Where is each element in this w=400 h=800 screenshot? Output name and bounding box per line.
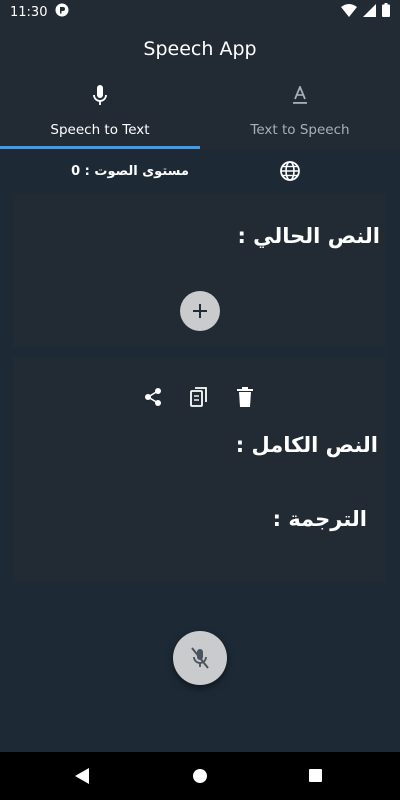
current-text-title: النص الحالي :: [237, 224, 380, 248]
status-time: 11:30: [10, 4, 48, 20]
tab-text-to-speech[interactable]: Text to Speech: [200, 80, 400, 150]
full-text-title: النص الكامل :: [235, 433, 378, 457]
plus-icon: [193, 304, 207, 318]
add-button[interactable]: [180, 291, 220, 331]
wifi-icon: [341, 3, 357, 21]
system-nav-bar: [0, 752, 400, 800]
volume-level-label: مستوى الصوت : 0: [71, 164, 189, 179]
tab-speech-to-text[interactable]: Speech to Text: [0, 80, 200, 150]
battery-icon: [382, 3, 390, 21]
back-icon[interactable]: [74, 768, 90, 788]
app-bar: Speech App Speech to Text Text to Speech: [0, 24, 400, 150]
mic-off-icon: [191, 647, 209, 669]
delete-icon[interactable]: [233, 385, 257, 409]
status-bar: 11:30: [0, 0, 400, 24]
mic-icon: [92, 82, 108, 110]
full-text-card: النص الكامل : الترجمة :: [13, 357, 386, 582]
cellular-icon: [363, 3, 376, 21]
mic-off-button[interactable]: [173, 631, 227, 685]
translation-title: الترجمة :: [272, 507, 367, 531]
text-format-icon: [292, 82, 308, 110]
tab-indicator: [0, 146, 200, 149]
globe-icon[interactable]: [279, 160, 301, 186]
card-actions: [141, 385, 257, 409]
recent-apps-icon[interactable]: [309, 769, 322, 782]
copy-icon[interactable]: [187, 385, 211, 409]
tab-label: Text to Speech: [250, 122, 350, 138]
app-title: Speech App: [143, 38, 257, 60]
home-icon[interactable]: [193, 769, 207, 783]
current-text-card: النص الحالي :: [13, 194, 386, 347]
notification-icon: [55, 3, 69, 21]
tab-label: Speech to Text: [50, 122, 150, 138]
volume-row: مستوى الصوت : 0: [0, 150, 400, 194]
share-icon[interactable]: [141, 385, 165, 409]
